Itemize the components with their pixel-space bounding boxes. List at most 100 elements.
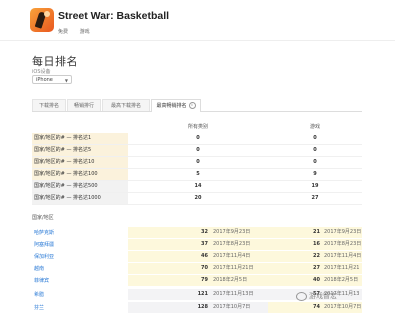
summary-header-row: 所有类别 游戏 [32, 122, 362, 133]
game-rank-cell: 74 2017年10月7日 [268, 302, 362, 313]
game-rank-cell: 22 2017年11月4日 [268, 251, 362, 262]
summary-row: 国家/地区的# — 排名达5 0 0 [32, 145, 362, 157]
summary-row-label: 国家/地区的# — 排名达500 [32, 181, 128, 192]
country-link[interactable]: 越南 [34, 263, 44, 275]
summary-row-label: 国家/地区的# — 排名达100 [32, 169, 128, 180]
summary-row-label: 国家/地区的# — 排名达1000 [32, 193, 128, 204]
header-all-categories: 所有类别 [187, 124, 208, 130]
summary-row-label: 国家/地区的# — 排名达1 [32, 133, 128, 144]
app-category[interactable]: 游戏 [80, 29, 90, 35]
country-row: 哈萨克斯 32 2017年9月23日 21 2017年9月23日 [32, 227, 362, 239]
summary-game-value: 0 [313, 135, 317, 141]
all-rank-cell: 46 2017年11月4日 [128, 251, 268, 262]
game-rank-date: 2017年11月4日 [324, 253, 362, 259]
app-price: 免费 [58, 29, 69, 35]
summary-row: 国家/地区的# — 排名达10 0 0 [32, 157, 362, 169]
watermark-text: 游戏智宏 [309, 292, 337, 300]
summary-all-value: 0 [196, 159, 200, 165]
summary-all-value: 14 [194, 183, 202, 189]
all-rank-cell: 37 2017年8月23日 [128, 239, 268, 250]
game-rank-cell: 40 2018年2月5日 [268, 275, 362, 286]
country-link[interactable]: 阿塞拜疆 [34, 239, 54, 251]
game-rank: 40 [313, 277, 320, 283]
summary-all-value: 0 [196, 135, 200, 141]
summary-game-value: 19 [311, 183, 319, 189]
all-rank-cell: 79 2018年2月5日 [128, 275, 268, 286]
all-rank-date: 2017年9月23日 [213, 229, 251, 235]
country-row: 保加利亚 46 2017年11月4日 22 2017年11月4日 [32, 251, 362, 263]
all-rank: 70 [201, 265, 208, 271]
game-rank-date: 2017年9月23日 [324, 229, 362, 235]
game-rank: 22 [313, 253, 320, 259]
country-row: 越南 70 2017年11月21日 272017年11月21日 [32, 263, 362, 282]
country-link[interactable]: 芬兰 [34, 302, 44, 314]
all-rank-cell: 32 2017年9月23日 [128, 227, 268, 238]
summary-game-value: 9 [313, 171, 317, 177]
summary-row-label: 国家/地区的# — 排名达10 [32, 157, 128, 168]
all-rank: 128 [197, 304, 208, 310]
all-rank-date: 2017年11月21日 [213, 265, 254, 271]
all-rank: 46 [201, 253, 208, 259]
summary-game-value: 27 [311, 195, 319, 201]
chevron-down-icon: ▼ [64, 78, 68, 83]
all-rank-cell: 70 2017年11月21日 [128, 263, 268, 274]
game-rank: 74 [313, 304, 320, 310]
game-rank-cell: 21 2017年9月23日 [268, 227, 362, 238]
all-rank-cell: 128 2017年10月7日 [128, 302, 268, 313]
all-rank: 32 [201, 229, 208, 235]
summary-row-label: 国家/地区的# — 排名达5 [32, 145, 128, 156]
country-link[interactable]: 保加利亚 [34, 251, 54, 263]
all-rank: 121 [197, 291, 208, 297]
country-link[interactable]: 菲律宾 [34, 275, 49, 287]
all-rank-date: 2017年8月23日 [213, 241, 251, 247]
summary-row: 国家/地区的# — 排名达1 0 0 [32, 133, 362, 145]
game-rank-date: 2018年2月5日 [324, 277, 359, 283]
summary-game-value: 0 [313, 159, 317, 165]
tab-grossing-rank[interactable]: 畅销排行 [67, 99, 101, 111]
wechat-icon [296, 291, 307, 301]
summary-all-value: 0 [196, 147, 200, 153]
info-icon: i [188, 102, 196, 109]
header-divider [0, 40, 395, 41]
all-rank-cell: 121 2017年11月13日 [128, 289, 268, 300]
game-rank-date: 2017年8月23日 [324, 241, 362, 247]
game-rank-date: 2017年10月7日 [324, 304, 362, 310]
country-row: 菲律宾 79 2018年2月5日 40 2018年2月5日 [32, 275, 362, 287]
app-meta: 免费 游戏 [58, 28, 100, 35]
page-title: 每日排名 [32, 55, 78, 68]
summary-row: 国家/地区的# — 排名达100 5 9 [32, 169, 362, 181]
app-title: Street War: Basketball [58, 10, 170, 22]
tab-download-rank[interactable]: 下载排名 [32, 99, 66, 111]
country-link[interactable]: 希腊 [34, 289, 44, 301]
game-rank: 27 [313, 265, 320, 271]
ball-icon [44, 11, 50, 17]
country-row: 阿塞拜疆 37 2017年8月23日 16 2017年8月23日 [32, 239, 362, 251]
all-rank: 37 [201, 241, 208, 247]
country-link[interactable]: 哈萨克斯 [34, 227, 54, 239]
summary-all-value: 20 [194, 195, 202, 201]
header-games: 游戏 [309, 124, 320, 130]
summary-row: 国家/地区的# — 排名达1000 20 27 [32, 193, 362, 205]
countries-section-label: 国家/地区 [32, 215, 54, 221]
rank-tabs: 下载排名 畅销排行 最高下载排名 最高畅销排名 i [32, 99, 362, 112]
device-select-value: iPhone [36, 77, 53, 83]
device-select[interactable]: iPhone ▼ [32, 75, 72, 84]
tab-top-grossing-rank[interactable]: 最高畅销排名 i [151, 99, 201, 112]
device-label: iOS设备 [32, 69, 51, 75]
all-rank-date: 2017年10月7日 [213, 304, 251, 310]
tab-top-download-rank[interactable]: 最高下载排名 [102, 99, 150, 111]
all-rank-date: 2017年11月4日 [213, 253, 251, 259]
app-icon [30, 8, 54, 32]
all-rank: 79 [201, 277, 208, 283]
game-rank: 21 [313, 229, 320, 235]
game-rank-cell: 16 2017年8月23日 [268, 239, 362, 250]
summary-row: 国家/地区的# — 排名达500 14 19 [32, 181, 362, 193]
all-rank-date: 2018年2月5日 [213, 277, 248, 283]
summary-game-value: 0 [313, 147, 317, 153]
country-row: 芬兰 128 2017年10月7日 74 2017年10月7日 [32, 302, 362, 314]
game-rank-cell: 272017年11月21日 [268, 263, 362, 282]
all-rank-date: 2017年11月13日 [213, 291, 254, 297]
summary-all-value: 5 [196, 171, 200, 177]
game-rank: 16 [313, 241, 320, 247]
watermark: 游戏智宏 [296, 291, 337, 301]
